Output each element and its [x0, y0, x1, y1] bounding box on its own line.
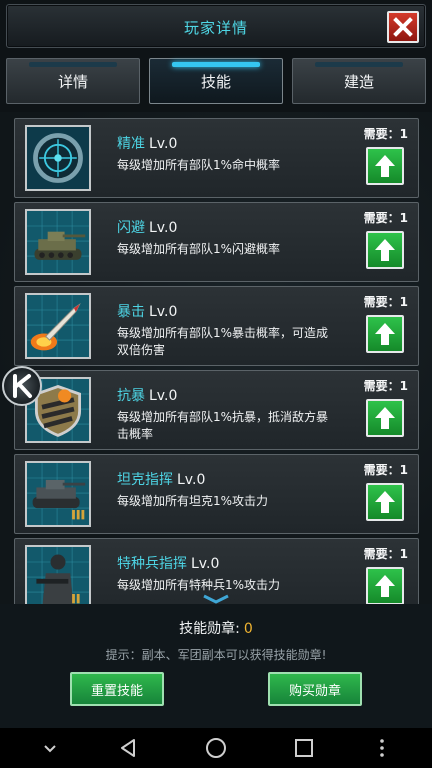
home-icon[interactable]: [204, 736, 228, 760]
tab-label: 建造: [343, 72, 374, 91]
skill-row: 坦克指挥 Lv.0 每级增加所有坦克1%攻击力 需要：1: [14, 454, 419, 534]
upgrade-button[interactable]: [366, 147, 404, 185]
medal-count: 0: [243, 621, 253, 637]
button-label: 重置技能: [90, 683, 143, 699]
skill-level: Lv.0: [149, 388, 178, 404]
buy-medals-button[interactable]: 购买勋章: [268, 672, 362, 706]
skill-row: 抗暴 Lv.0 每级增加所有部队1%抗暴，抵消敌方暴击概率 需要：1: [14, 370, 419, 450]
skill-description: 每级增加所有部队1%暴击概率，可造成双倍伤害: [117, 326, 329, 357]
up-arrow-icon: [375, 323, 395, 345]
up-arrow-icon: [375, 239, 395, 261]
skill-title: 抗暴: [117, 388, 145, 404]
skill-row: 闪避 Lv.0 每级增加所有部队1%闪避概率 需要：1: [14, 202, 419, 282]
upgrade-button[interactable]: [366, 567, 404, 604]
skill-list[interactable]: 精准 Lv.0 每级增加所有部队1%命中概率 需要：1 闪避 Lv.0 每级增加…: [0, 112, 432, 604]
skill-description: 每级增加所有特种兵1%攻击力: [117, 578, 281, 592]
skill-title: 闪避: [117, 220, 145, 236]
title-bar: 玩家详情: [6, 4, 426, 48]
tank-command-icon: [25, 461, 91, 527]
missile-icon: [25, 293, 91, 359]
system-nav-bar: [0, 728, 432, 768]
tab-build[interactable]: 建造: [292, 58, 426, 104]
skill-description: 每级增加所有部队1%闪避概率: [117, 242, 281, 256]
skill-level: Lv.0: [149, 136, 178, 152]
upgrade-button[interactable]: [366, 231, 404, 269]
skill-level: Lv.0: [177, 472, 206, 488]
hint-text: 提示：副本、军团副本可以获得技能勋章!: [105, 648, 327, 662]
skill-title: 坦克指挥: [117, 472, 173, 488]
up-arrow-icon: [375, 155, 395, 177]
reset-skills-button[interactable]: 重置技能: [70, 672, 164, 706]
up-arrow-icon: [375, 575, 395, 597]
skill-description: 每级增加所有部队1%抗暴，抵消敌方暴击概率: [117, 410, 329, 441]
upgrade-button[interactable]: [366, 315, 404, 353]
up-arrow-icon: [375, 407, 395, 429]
chevron-down-icon[interactable]: [38, 736, 62, 760]
skill-requirement: 需要：1: [363, 547, 408, 561]
tab-skills[interactable]: 技能: [149, 58, 283, 104]
close-button[interactable]: [387, 11, 419, 43]
skill-requirement: 需要：1: [363, 295, 408, 309]
skill-row: 暴击 Lv.0 每级增加所有部队1%暴击概率，可造成双倍伤害 需要：1: [14, 286, 419, 366]
skill-name: 闪避 Lv.0: [117, 217, 177, 237]
scroll-down-icon: [203, 594, 229, 604]
skill-title: 精准: [117, 136, 145, 152]
recents-icon[interactable]: [292, 736, 316, 760]
assistant-float-button[interactable]: [2, 366, 42, 406]
skill-name: 坦克指挥 Lv.0: [117, 469, 205, 489]
skill-level: Lv.0: [149, 304, 178, 320]
bottom-panel: 技能勋章: 0 提示：副本、军团副本可以获得技能勋章! 重置技能 购买勋章: [0, 604, 432, 728]
upgrade-button[interactable]: [366, 399, 404, 437]
skill-name: 暴击 Lv.0: [117, 301, 177, 321]
skill-description: 每级增加所有部队1%命中概率: [117, 158, 281, 172]
skill-name: 抗暴 Lv.0: [117, 385, 177, 405]
skill-requirement: 需要：1: [363, 211, 408, 225]
skill-requirement: 需要：1: [363, 379, 408, 393]
radar-target-icon: [25, 125, 91, 191]
tab-bar: 详情 技能 建造: [0, 56, 432, 106]
medal-label: 技能勋章:: [179, 621, 240, 637]
skill-title: 暴击: [117, 304, 145, 320]
button-label: 购买勋章: [288, 683, 341, 699]
skill-description: 每级增加所有坦克1%攻击力: [117, 494, 269, 508]
page-title: 玩家详情: [183, 19, 248, 37]
k-logo-icon: [13, 374, 32, 398]
close-icon: [393, 17, 413, 37]
tab-label: 技能: [200, 72, 231, 91]
skill-title: 特种兵指挥: [117, 556, 187, 572]
medal-info: 技能勋章: 0: [0, 618, 432, 638]
skill-level: Lv.0: [149, 220, 178, 236]
soldier-icon: [25, 545, 91, 604]
tab-details[interactable]: 详情: [6, 58, 140, 104]
skill-requirement: 需要：1: [363, 463, 408, 477]
skill-requirement: 需要：1: [363, 127, 408, 141]
back-icon[interactable]: [116, 736, 140, 760]
up-arrow-icon: [375, 491, 395, 513]
more-vertical-icon[interactable]: [370, 736, 394, 760]
upgrade-button[interactable]: [366, 483, 404, 521]
skill-name: 精准 Lv.0: [117, 133, 177, 153]
skill-row: 精准 Lv.0 每级增加所有部队1%命中概率 需要：1: [14, 118, 419, 198]
tab-label: 详情: [57, 72, 88, 91]
tank-icon: [25, 209, 91, 275]
skill-level: Lv.0: [191, 556, 220, 572]
skill-name: 特种兵指挥 Lv.0: [117, 553, 219, 573]
